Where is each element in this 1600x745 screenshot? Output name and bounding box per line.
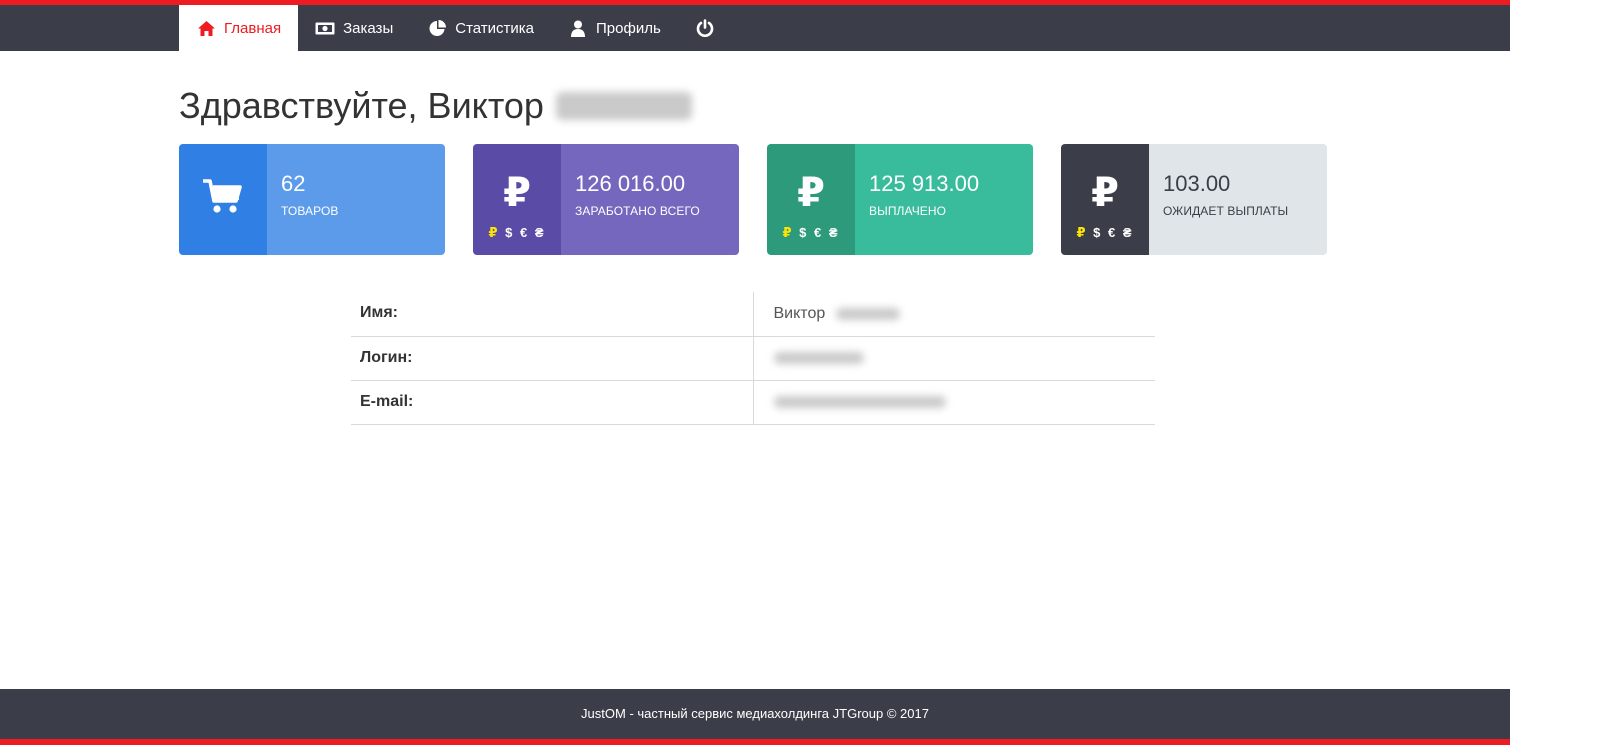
profile-key: E-mail: bbox=[351, 380, 753, 425]
profile-name: Виктор bbox=[773, 304, 826, 322]
nav-item-orders[interactable]: Заказы bbox=[298, 5, 410, 51]
stat-card-icon-area bbox=[179, 144, 267, 255]
money-icon bbox=[315, 19, 335, 37]
redacted-surname bbox=[835, 307, 900, 320]
home-icon bbox=[196, 19, 216, 37]
stat-card-paid[interactable]: ₽ ₽ $ € ₴ 125 913.00 ВЫПЛАЧЕНО bbox=[767, 144, 1033, 255]
table-row: E-mail: bbox=[351, 380, 1155, 425]
footer: JustOM - частный сервис медиахолдинга JT… bbox=[0, 689, 1510, 745]
page: Главная Заказы Статистика Профиль Здравс… bbox=[0, 0, 1510, 745]
footer-text: JustOM - частный сервис медиахолдинга JT… bbox=[581, 706, 929, 721]
stat-value: 125 913.00 bbox=[869, 171, 980, 196]
stat-value: 62 bbox=[281, 171, 306, 196]
stat-card-body: 125 913.00 ВЫПЛАЧЕНО bbox=[855, 144, 1033, 255]
nav-item-label: Статистика bbox=[455, 19, 535, 37]
stat-label: ВЫПЛАЧЕНО bbox=[869, 204, 947, 218]
stat-card-products[interactable]: 62 ТОВАРОВ bbox=[179, 144, 445, 255]
stat-card-pending[interactable]: ₽ ₽ $ € ₴ 103.00 ОЖИДАЕТ ВЫПЛАТЫ bbox=[1061, 144, 1327, 255]
page-title: Здравствуйте, Виктор bbox=[179, 84, 692, 128]
stat-label: ТОВАРОВ bbox=[281, 204, 339, 218]
stat-label: ОЖИДАЕТ ВЫПЛАТЫ bbox=[1163, 204, 1289, 218]
ruble-icon: ₽ bbox=[797, 170, 825, 215]
nav-item-label: Профиль bbox=[596, 19, 661, 37]
greeting-text: Здравствуйте, Виктор bbox=[179, 85, 544, 126]
stat-card-body: 62 ТОВАРОВ bbox=[267, 144, 445, 255]
stat-card-body: 126 016.00 ЗАРАБОТАНО ВСЕГО bbox=[561, 144, 739, 255]
profile-key: Логин: bbox=[351, 336, 753, 381]
stat-card-icon-area: ₽ ₽ $ € ₴ bbox=[767, 144, 855, 255]
logout-button[interactable] bbox=[678, 5, 740, 51]
profile-table: Имя: Виктор Логин: E-mail: bbox=[351, 292, 1155, 425]
table-row: Имя: Виктор bbox=[351, 292, 1155, 337]
nav-item-label: Заказы bbox=[343, 19, 394, 37]
nav-item-label: Главная bbox=[224, 19, 282, 37]
profile-value bbox=[752, 336, 1155, 381]
power-icon bbox=[695, 19, 715, 37]
cart-icon bbox=[203, 179, 243, 220]
user-icon bbox=[568, 19, 588, 37]
top-navbar: Главная Заказы Статистика Профиль bbox=[0, 0, 1510, 51]
currency-switcher[interactable]: ₽ $ € ₴ bbox=[1061, 225, 1149, 241]
stat-card-body: 103.00 ОЖИДАЕТ ВЫПЛАТЫ bbox=[1149, 144, 1327, 255]
ruble-icon: ₽ bbox=[1091, 170, 1119, 215]
stat-value: 103.00 bbox=[1163, 171, 1231, 196]
profile-key: Имя: bbox=[351, 292, 753, 337]
redacted-surname bbox=[555, 92, 692, 120]
stat-card-icon-area: ₽ ₽ $ € ₴ bbox=[473, 144, 561, 255]
redacted-login bbox=[773, 351, 864, 364]
stat-label: ЗАРАБОТАНО ВСЕГО bbox=[575, 204, 700, 218]
stats-cards: 62 ТОВАРОВ ₽ ₽ $ € ₴ 126 016.00 ЗАРАБОТА… bbox=[179, 144, 1327, 255]
stat-value: 126 016.00 bbox=[575, 171, 686, 196]
currency-switcher[interactable]: ₽ $ € ₴ bbox=[473, 225, 561, 241]
stat-card-earned-total[interactable]: ₽ ₽ $ € ₴ 126 016.00 ЗАРАБОТАНО ВСЕГО bbox=[473, 144, 739, 255]
nav-item-statistics[interactable]: Статистика bbox=[410, 5, 551, 51]
nav-item-home[interactable]: Главная bbox=[179, 5, 299, 51]
table-row: Логин: bbox=[351, 336, 1155, 381]
main-nav: Главная Заказы Статистика Профиль bbox=[179, 5, 740, 51]
pie-chart-icon bbox=[427, 19, 447, 37]
profile-value: Виктор bbox=[752, 292, 1155, 337]
redacted-email bbox=[773, 395, 946, 408]
currency-switcher[interactable]: ₽ $ € ₴ bbox=[767, 225, 855, 241]
ruble-icon: ₽ bbox=[503, 170, 531, 215]
profile-value bbox=[752, 380, 1155, 425]
stat-card-icon-area: ₽ ₽ $ € ₴ bbox=[1061, 144, 1149, 255]
nav-item-profile[interactable]: Профиль bbox=[551, 5, 678, 51]
